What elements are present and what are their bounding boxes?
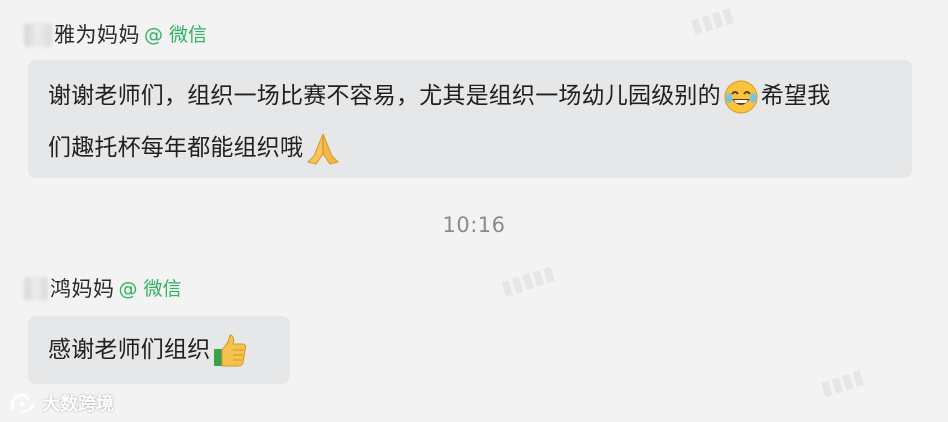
message-line: 谢谢老师们，组织一场比赛不容易，尤其是组织一场幼儿园级别的 希望我: [48, 70, 896, 122]
chat-transcript: ▮▮▮▮ ▮▮▮▮▮ ▮▮▮▮ 雅为妈妈 @ 微信 谢谢老师们，组织一场比赛不容…: [0, 0, 948, 422]
message-2-header: 鸿妈妈 @ 微信: [24, 274, 182, 304]
brand-logo-icon: [10, 393, 36, 414]
message-text: 谢谢老师们，组织一场比赛不容易，尤其是组织一场幼儿园级别的: [48, 83, 721, 109]
blurred-avatar: [24, 23, 52, 47]
watermark-text: 大数跨境: [42, 394, 114, 415]
sender-name[interactable]: 雅为妈妈: [54, 20, 140, 50]
laughing-tears-icon: [722, 78, 760, 116]
message-bubble[interactable]: 谢谢老师们，组织一场比赛不容易，尤其是组织一场幼儿园级别的 希望我 们趣托杯每年…: [28, 60, 912, 178]
blurred-avatar: [24, 277, 48, 301]
message-timestamp: 10:16: [442, 213, 506, 237]
background-watermark: ▮▮▮▮▮: [497, 260, 558, 300]
thumbs-up-icon: [211, 332, 249, 370]
background-watermark: ▮▮▮▮: [687, 1, 737, 39]
praying-hands-icon: [304, 130, 342, 168]
message-text: 感谢老师们组织: [48, 337, 211, 363]
message-text: 希望我: [760, 83, 831, 109]
message-bubble[interactable]: 感谢老师们组织: [28, 316, 290, 384]
message-line: 们趣托杯每年都能组织哦: [48, 122, 896, 174]
wechat-source-tag: @ 微信: [144, 24, 208, 46]
wechat-source-tag: @ 微信: [118, 278, 182, 300]
background-watermark: ▮▮▮▮: [817, 363, 867, 401]
message-1-header: 雅为妈妈 @ 微信: [24, 20, 207, 50]
brand-watermark: 大数跨境: [8, 390, 114, 416]
sender-name[interactable]: 鸿妈妈: [50, 274, 115, 304]
message-text: 们趣托杯每年都能组织哦: [48, 135, 304, 161]
